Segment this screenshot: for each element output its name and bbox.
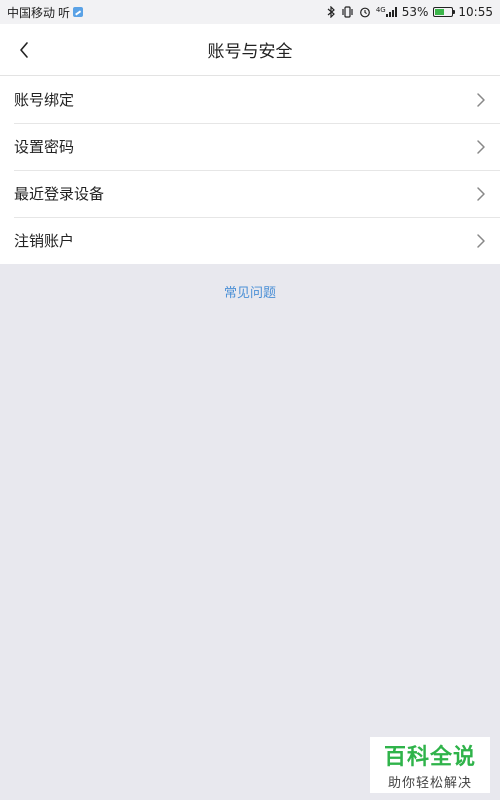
- network-type: 4G: [375, 6, 386, 14]
- chevron-right-icon: [476, 92, 486, 108]
- carrier-badge-icon: [73, 7, 84, 17]
- settings-list: 账号绑定 设置密码 最近登录设备 注销账户: [0, 76, 500, 264]
- faq-link[interactable]: 常见问题: [0, 282, 500, 301]
- carrier-name: 中国移动: [7, 5, 56, 20]
- menu-item-recent-devices[interactable]: 最近登录设备: [0, 170, 500, 217]
- status-bar: 中国移动听 4G 53% 10:55: [0, 0, 500, 24]
- screen: 中国移动听 4G 53% 10:55 账号与安全 账号绑定 设置密码 最近登录设…: [0, 0, 500, 800]
- vibrate-icon: [341, 6, 354, 18]
- status-right: 4G 53% 10:55: [327, 5, 493, 19]
- chevron-right-icon: [476, 139, 486, 155]
- menu-item-set-password[interactable]: 设置密码: [0, 123, 500, 170]
- header-bar: 账号与安全: [0, 24, 500, 76]
- back-button[interactable]: [8, 34, 40, 66]
- bluetooth-icon: [327, 6, 336, 18]
- watermark-subtitle: 助你轻松解决: [387, 776, 472, 791]
- battery-fill: [435, 9, 444, 15]
- menu-item-label: 注销账户: [14, 232, 75, 250]
- carrier-suffix: 听: [58, 5, 71, 20]
- status-left: 中国移动听: [7, 4, 84, 21]
- chevron-left-icon: [20, 42, 28, 58]
- battery-icon: [433, 7, 456, 17]
- menu-item-label: 设置密码: [14, 138, 75, 156]
- clock: 10:55: [458, 5, 493, 19]
- menu-item-account-binding[interactable]: 账号绑定: [0, 76, 500, 123]
- chevron-right-icon: [476, 186, 486, 202]
- watermark-logo: 百科全说 助你轻松解决: [370, 737, 490, 793]
- signal-icon: 4G: [376, 7, 397, 17]
- watermark-title: 百科全说: [383, 745, 476, 770]
- alarm-icon: [359, 6, 371, 18]
- menu-item-label: 账号绑定: [14, 91, 75, 109]
- signal-bars: [385, 7, 397, 17]
- page-title: 账号与安全: [207, 42, 293, 62]
- battery-percent: 53%: [401, 5, 429, 19]
- menu-item-delete-account[interactable]: 注销账户: [0, 217, 500, 264]
- chevron-right-icon: [476, 233, 486, 249]
- menu-item-label: 最近登录设备: [14, 185, 105, 203]
